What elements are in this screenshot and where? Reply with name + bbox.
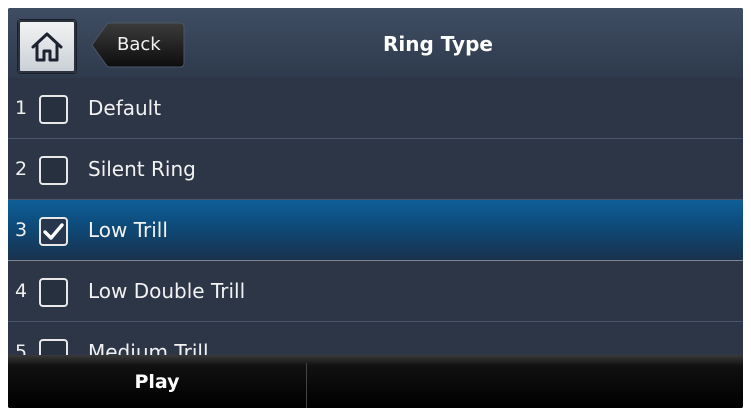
- empty-softkey: [307, 355, 743, 408]
- checkbox-checked[interactable]: [39, 217, 68, 246]
- checkbox[interactable]: [39, 95, 68, 124]
- header-bar: Back Ring Type: [8, 8, 743, 79]
- checkbox[interactable]: [39, 156, 68, 185]
- back-button[interactable]: Back: [91, 22, 185, 68]
- list-item-label: Low Double Trill: [88, 279, 246, 303]
- back-button-label: Back: [117, 34, 161, 55]
- list-item-number: 2: [15, 158, 28, 180]
- list-item-number: 1: [15, 97, 28, 119]
- list-item[interactable]: 2 Silent Ring: [8, 139, 743, 200]
- list-item[interactable]: 1 Default: [8, 78, 743, 139]
- ring-type-list[interactable]: 1 Default 2 Silent Ring 3 Low Trill 4 Low Doubl…: [8, 78, 743, 361]
- page-title: Ring Type: [383, 32, 493, 56]
- home-button[interactable]: [17, 19, 77, 74]
- list-item[interactable]: 3 Low Trill: [8, 200, 743, 261]
- phone-screen: Back Ring Type 1 Default 2 Silent Ring 3 Low …: [8, 8, 743, 408]
- checkbox[interactable]: [39, 278, 68, 307]
- list-item[interactable]: 4 Low Double Trill: [8, 261, 743, 322]
- list-item-number: 3: [15, 219, 28, 241]
- softkey-bar: Play: [8, 355, 743, 408]
- list-item-label: Silent Ring: [88, 157, 196, 181]
- list-item-label: Low Trill: [88, 218, 168, 242]
- play-softkey[interactable]: Play: [8, 355, 306, 408]
- home-icon: [31, 32, 63, 61]
- list-item-number: 4: [15, 280, 28, 302]
- list-item-label: Default: [88, 96, 162, 120]
- checkmark-icon: [43, 223, 64, 240]
